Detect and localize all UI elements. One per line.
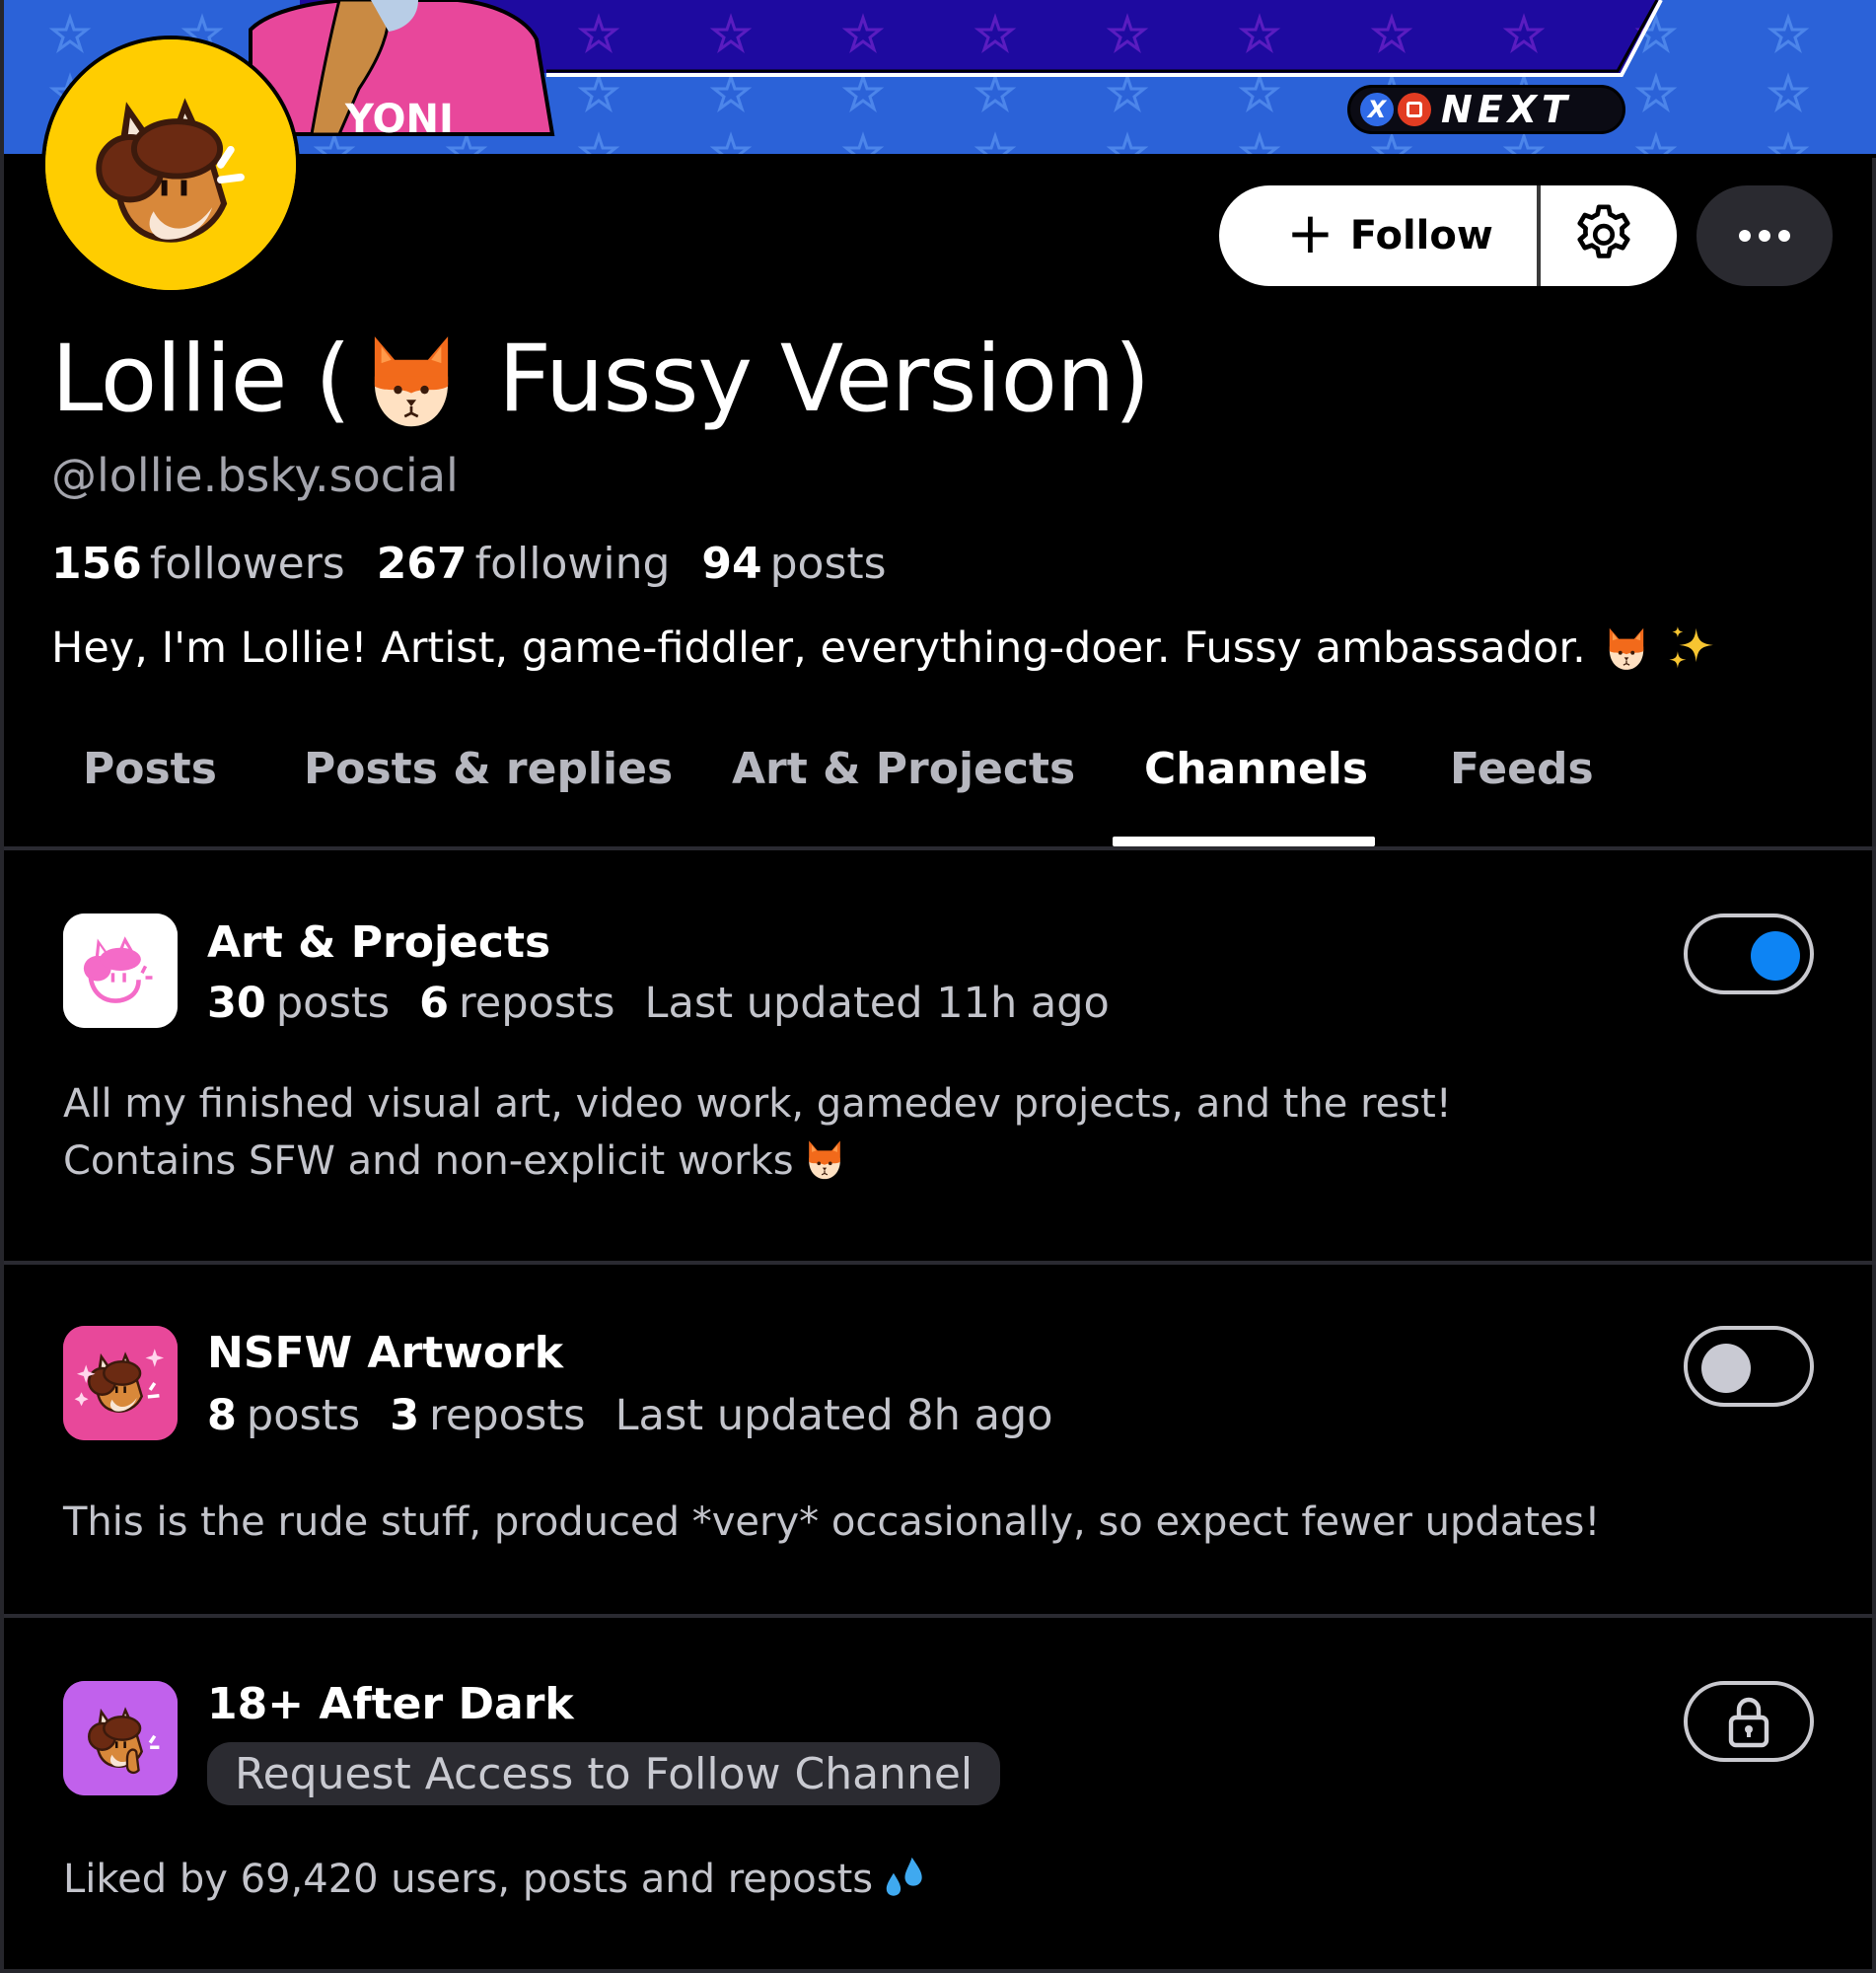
channel-item-nsfw-artwork[interactable]: NSFW Artwork 8 posts 3 reposts Last update…	[4, 1265, 1876, 1618]
channel-description: All my finished visual art, video work, …	[63, 1075, 1452, 1190]
channel-meta: 30 posts 6 reposts Last updated 11h ago	[207, 979, 1110, 1028]
channel-description-line-text: Contains SFW and non-explicit works	[63, 1138, 794, 1184]
fox-face-icon	[1602, 623, 1651, 673]
channel-description: Liked by 69,420 users, posts and reposts	[63, 1851, 926, 1908]
o-button-icon	[1398, 93, 1431, 126]
channel-reposts-stat: 6 reposts	[419, 979, 614, 1028]
display-name: Lollie ( Fussy Version)	[51, 326, 1150, 433]
x-button-icon: X	[1360, 93, 1394, 126]
channel-reposts-label: reposts	[429, 1391, 586, 1440]
profile-bio: Hey, I'm Lollie! Artist, game-fiddler, e…	[51, 623, 1716, 673]
tab-posts[interactable]: Posts	[83, 744, 217, 794]
sweat-droplets-icon	[881, 1855, 926, 1900]
tab-channels[interactable]: Channels	[1144, 744, 1368, 794]
channel-posts-label: posts	[275, 979, 391, 1028]
plus-icon: +	[1286, 199, 1335, 266]
channel-posts-stat: 8 posts	[207, 1391, 360, 1440]
channel-last-updated: Last updated 11h ago	[644, 979, 1110, 1028]
channel-title: 18+ After Dark	[207, 1679, 574, 1729]
fox-face-icon	[358, 327, 465, 433]
display-name-end: Fussy Version)	[497, 326, 1150, 433]
channel-description-line: All my finished visual art, video work, …	[63, 1081, 1452, 1127]
next-badge-label: NEXT	[1441, 88, 1572, 131]
follow-button[interactable]: + Follow	[1219, 185, 1541, 286]
locked-channel-button[interactable]	[1684, 1681, 1814, 1762]
banner-shirt-text: YONI	[344, 97, 454, 142]
profile-handle[interactable]: @lollie.bsky.social	[51, 449, 459, 502]
channel-posts-label: posts	[246, 1391, 361, 1440]
posts-label: posts	[769, 539, 887, 589]
tab-feeds[interactable]: Feeds	[1450, 744, 1594, 794]
channel-description: This is the rude stuff, produced *very* …	[63, 1494, 1600, 1551]
channel-item-after-dark[interactable]: 18+ After Dark Request Access to Follow …	[4, 1618, 1876, 1969]
toggle-knob	[1701, 1344, 1751, 1393]
followers-stat[interactable]: 156 followers	[51, 539, 345, 589]
channel-reposts-label: reposts	[459, 979, 615, 1028]
channel-title: NSFW Artwork	[207, 1328, 564, 1378]
channel-description-line: This is the rude stuff, produced *very* …	[63, 1499, 1601, 1545]
fox-avatar-icon	[45, 39, 296, 290]
channel-last-updated: Last updated 8h ago	[614, 1391, 1053, 1440]
bio-text: Hey, I'm Lollie! Artist, game-fiddler, e…	[51, 623, 1586, 673]
channel-avatar	[63, 913, 178, 1028]
tab-posts-and-replies[interactable]: Posts & replies	[304, 744, 673, 794]
channel-posts-stat: 30 posts	[207, 979, 390, 1028]
profile-avatar[interactable]	[41, 36, 300, 294]
next-badge: X NEXT	[1347, 85, 1625, 134]
profile-page: YONI X NEXT + Follow Lollie (Fussy Vers…	[0, 0, 1876, 1973]
channel-settings-button[interactable]	[1541, 185, 1677, 286]
fox-sparkle-icon	[63, 1326, 178, 1440]
channel-reposts-count: 6	[419, 979, 450, 1028]
ellipsis-dot	[1778, 230, 1790, 242]
posts-stat: 94 posts	[701, 539, 886, 589]
toggle-knob	[1751, 931, 1800, 981]
fox-shush-icon	[63, 1681, 178, 1795]
channel-reposts-count: 3	[390, 1391, 420, 1440]
lock-icon	[1728, 1697, 1769, 1748]
channel-description-line: Liked by 69,420 users, posts and reposts	[63, 1857, 874, 1902]
channel-posts-count: 30	[207, 979, 266, 1028]
profile-stats: 156 followers 267 following 94 posts	[51, 539, 887, 589]
channel-avatar	[63, 1681, 178, 1795]
channel-description-line-2: Contains SFW and non-explicit works	[63, 1133, 1452, 1190]
following-stat[interactable]: 267 following	[377, 539, 671, 589]
channel-item-art-and-projects[interactable]: Art & Projects 30 posts 6 reposts Last upd…	[4, 850, 1876, 1265]
channel-posts-count: 8	[207, 1391, 237, 1440]
followers-label: followers	[149, 539, 345, 589]
ellipsis-icon	[1739, 230, 1751, 242]
follow-label: Follow	[1349, 213, 1493, 258]
display-name-start: Lollie (	[51, 326, 351, 433]
follow-button-group: + Follow	[1219, 185, 1677, 286]
fox-face-icon	[802, 1136, 847, 1182]
ellipsis-dot	[1759, 230, 1770, 242]
profile-tabs: Posts Posts & replies Art & Projects Cha…	[4, 730, 1876, 850]
tab-art-and-projects[interactable]: Art & Projects	[732, 744, 1075, 794]
follow-channel-toggle[interactable]	[1684, 913, 1814, 994]
following-label: following	[474, 539, 671, 589]
request-access-button[interactable]: Request Access to Follow Channel	[207, 1742, 1001, 1805]
pink-fox-icon	[63, 913, 178, 1028]
posts-count: 94	[701, 539, 762, 589]
channel-title: Art & Projects	[207, 917, 551, 968]
channel-avatar	[63, 1326, 178, 1440]
sparkles-icon	[1667, 623, 1716, 673]
more-options-button[interactable]	[1696, 185, 1833, 286]
following-count: 267	[376, 539, 468, 589]
gear-icon	[1577, 204, 1630, 258]
channel-reposts-stat: 3 reposts	[390, 1391, 585, 1440]
channel-meta: 8 posts 3 reposts Last updated 8h ago	[207, 1391, 1053, 1440]
followers-count: 156	[51, 539, 142, 589]
follow-channel-toggle[interactable]	[1684, 1326, 1814, 1407]
active-tab-indicator	[1113, 837, 1375, 846]
